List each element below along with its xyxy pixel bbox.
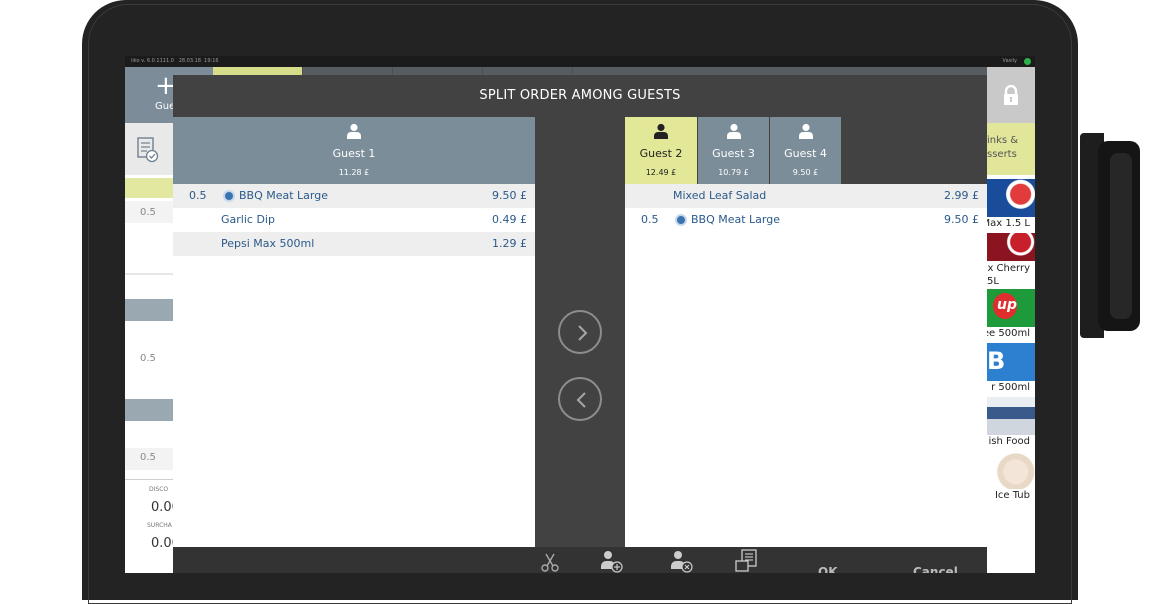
product-name: ee 500ml (987, 328, 1030, 339)
product-panel: inks & sserts Max 1.5 L ax Cherry 5L up e… (987, 123, 1035, 573)
guest-name: Guest 1 (332, 147, 376, 160)
item-name: Garlic Dip (221, 213, 275, 226)
move-left-button[interactable] (558, 377, 602, 421)
ok-button[interactable]: OK (818, 565, 838, 573)
product-tile[interactable]: ax Cherry 5L (987, 233, 1035, 289)
product-name: 5L (987, 276, 999, 287)
product-tile[interactable]: Max 1.5 L (987, 179, 1035, 231)
guest-total: 11.28 £ (338, 168, 370, 177)
guest-name: Guest 4 (784, 147, 827, 160)
transfer-controls (535, 117, 625, 547)
item-price: 2.99 £ (944, 189, 979, 202)
category-label: sserts (987, 149, 1017, 160)
app-version: iiko v. 6.0.1111.0 (131, 58, 174, 64)
screen: iiko v. 6.0.1111.0 28.03.18 19:16 Vasily… (125, 56, 1035, 573)
order-item-row[interactable]: Mixed Leaf Salad 2.99 £ (625, 184, 987, 208)
7up-image: up (987, 289, 1035, 327)
product-tile[interactable]: B r 500ml (987, 343, 1035, 395)
product-tile[interactable]: up ee 500ml (987, 289, 1035, 341)
person-icon (654, 123, 668, 139)
user-name: Vasily (1002, 58, 1017, 64)
lock-icon (1004, 85, 1018, 105)
item-qty: 0.5 (641, 213, 659, 226)
ben-jerrys-image (987, 397, 1035, 435)
product-tile[interactable]: Ice Tub (987, 451, 1035, 503)
split-scissors-icon[interactable] (539, 552, 561, 573)
person-icon (726, 123, 741, 139)
discount-label: DISCO (149, 486, 169, 493)
product-tile[interactable]: ish Food (987, 397, 1035, 449)
background-qty: 0.5 (140, 353, 156, 364)
product-name: r 500ml (991, 382, 1030, 393)
product-name: ax Cherry (987, 263, 1030, 274)
ice-cream-image (987, 451, 1035, 489)
category-drinks-desserts[interactable]: inks & sserts (987, 123, 1035, 175)
pepsi-cherry-image (987, 233, 1035, 263)
category-label: inks & (987, 135, 1019, 146)
dialog-title: SPLIT ORDER AMONG GUESTS (479, 88, 681, 103)
lock-button[interactable] (987, 67, 1035, 123)
pepsi-bottle-image (987, 179, 1035, 217)
order-item-row[interactable]: 0.5 BBQ Meat Large 9.50 £ (173, 184, 535, 208)
guest-tab[interactable]: Guest 4 9.50 £ (770, 117, 841, 184)
item-name: Pepsi Max 500ml (221, 237, 315, 250)
guest-total: 12.49 £ (645, 168, 677, 177)
selected-radio-icon[interactable] (675, 214, 687, 226)
background-totals: DISCO 0.00 SURCHA 0.00 (125, 479, 180, 573)
guest-tab[interactable]: Guest 1 11.28 £ (173, 117, 535, 184)
guest-tab-selected[interactable]: Guest 2 12.49 £ (625, 117, 697, 184)
item-price: 9.50 £ (492, 189, 527, 202)
background-qty: 0.5 (140, 452, 156, 463)
card-reader (1080, 133, 1140, 338)
person-icon (798, 123, 813, 139)
product-name: ish Food (988, 436, 1030, 447)
status-date: 28.03.18 (178, 58, 201, 64)
bottle-image: B (987, 343, 1035, 381)
add-guest-icon[interactable] (599, 549, 623, 573)
online-indicator-icon (1024, 58, 1031, 65)
move-right-button[interactable] (558, 310, 602, 354)
guest-name: Guest 2 (639, 147, 683, 160)
order-item-row[interactable]: Pepsi Max 500ml 1.29 £ (173, 232, 535, 256)
guest-name: Guest 3 (712, 147, 755, 160)
selected-radio-icon[interactable] (223, 190, 235, 202)
status-time: 19:16 (204, 58, 219, 64)
remove-guest-icon[interactable] (669, 549, 693, 573)
item-price: 0.49 £ (492, 213, 527, 226)
person-icon (347, 123, 361, 139)
item-price: 1.29 £ (492, 237, 527, 250)
item-name: BBQ Meat Large (239, 189, 329, 202)
guest-total: 9.50 £ (792, 168, 819, 177)
chevron-left-icon (576, 392, 586, 408)
product-name: Max 1.5 L (987, 218, 1030, 229)
guest-total: 10.79 £ (718, 168, 749, 177)
source-guest-panel: Guest 1 11.28 £ 0.5 BBQ Meat Large 9.50 … (173, 117, 535, 547)
order-item-row[interactable]: 0.5 BBQ Meat Large 9.50 £ (625, 208, 987, 232)
item-name: BBQ Meat Large (691, 213, 781, 226)
split-order-dialog: SPLIT ORDER AMONG GUESTS Guest 1 11.28 £… (173, 75, 987, 573)
target-guest-panel: Guest 2 12.49 £ Guest 3 10.79 £ Guest 4 … (625, 117, 987, 547)
item-name: Mixed Leaf Salad (673, 189, 767, 202)
checklist-icon (137, 137, 159, 163)
background-qty: 0.5 (140, 207, 156, 218)
surcharge-label: SURCHA (147, 522, 172, 529)
dialog-toolbar: OK Cancel (173, 547, 987, 573)
product-name: Ice Tub (994, 490, 1030, 501)
item-qty: 0.5 (189, 189, 207, 202)
guest-tab[interactable]: Guest 3 10.79 £ (698, 117, 769, 184)
chevron-right-icon (578, 325, 588, 341)
cancel-button[interactable]: Cancel (913, 565, 958, 573)
order-item-row[interactable]: Garlic Dip 0.49 £ (173, 208, 535, 232)
print-bill-icon[interactable] (735, 549, 761, 573)
item-price: 9.50 £ (944, 213, 979, 226)
status-bar: iiko v. 6.0.1111.0 28.03.18 19:16 Vasily (125, 56, 1035, 67)
